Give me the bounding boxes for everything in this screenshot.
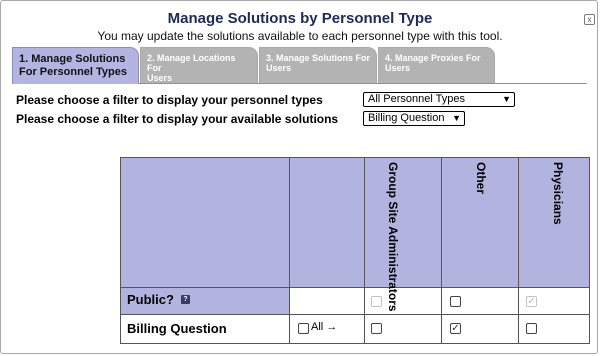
all-label: All → xyxy=(311,321,337,333)
column-header-other: Other xyxy=(474,162,488,195)
page-subtitle: You may update the solutions available t… xyxy=(97,29,503,43)
grid-line xyxy=(121,314,589,315)
chevron-down-icon: ▼ xyxy=(452,113,461,123)
tab-label-line1: 1. Manage Solutions xyxy=(19,53,126,65)
solutions-grid: Group Site Administrators Other Physicia… xyxy=(120,157,590,344)
tab-manage-solutions-users[interactable]: 3. Manage Solutions For Users xyxy=(259,47,377,83)
grid-line xyxy=(289,158,290,343)
personnel-filter-label: Please choose a filter to display your p… xyxy=(16,93,323,107)
grid-line xyxy=(364,158,365,343)
chevron-down-icon: ▼ xyxy=(502,94,511,104)
public-checkbox-other[interactable] xyxy=(450,296,461,307)
expand-icon[interactable]: x xyxy=(584,14,595,25)
arrow-right-icon: → xyxy=(326,321,338,333)
tab-manage-solutions-personnel-types[interactable]: 1. Manage Solutions For Personnel Types xyxy=(12,47,139,84)
public-row-bg xyxy=(289,287,589,314)
tab-label-line2: Users xyxy=(385,63,411,73)
tab-manage-proxies-users[interactable]: 4. Manage Proxies For Users xyxy=(378,47,495,83)
tab-label-line1: 4. Manage Proxies For xyxy=(385,53,481,63)
tab-bar: 1. Manage Solutions For Personnel Types … xyxy=(12,47,598,84)
tab-label-line2: Users xyxy=(266,63,292,73)
column-header-group-site-administrators: Group Site Administrators xyxy=(386,162,400,312)
personnel-type-value: All Personnel Types xyxy=(368,93,466,105)
tab-manage-locations-users[interactable]: 2. Manage Locations For Users xyxy=(140,47,258,83)
public-label-text: Public? xyxy=(127,292,174,307)
tab-label-line1: 2. Manage Locations For xyxy=(147,53,236,73)
solutions-value: Billing Question xyxy=(368,112,445,124)
page-title: Manage Solutions by Personnel Type xyxy=(167,10,433,27)
help-icon[interactable]: ? xyxy=(181,295,190,304)
grid-line xyxy=(518,158,519,343)
column-header-physicians: Physicians xyxy=(551,162,565,225)
billing-checkbox-physicians[interactable] xyxy=(526,323,537,334)
public-checkbox-group-site-administrators xyxy=(371,296,382,307)
all-checkbox[interactable] xyxy=(298,323,309,334)
billing-checkbox-group-site-administrators[interactable] xyxy=(371,323,382,334)
tab-label-line2: For Personnel Types xyxy=(19,66,127,78)
solutions-filter-label: Please choose a filter to display your a… xyxy=(16,112,339,126)
public-row-label: Public? xyxy=(127,292,174,307)
billing-row-label: Billing Question xyxy=(127,321,227,336)
solutions-select[interactable]: Billing Question ▼ xyxy=(363,111,465,126)
grid-line xyxy=(441,158,442,343)
public-checkbox-physicians: ✓ xyxy=(526,296,537,307)
tab-label-line1: 3. Manage Solutions For xyxy=(266,53,371,63)
billing-checkbox-other[interactable]: ✓ xyxy=(450,323,461,334)
tab-label-line2: Users xyxy=(147,73,173,83)
grid-line xyxy=(121,287,589,288)
all-label-text: All xyxy=(311,321,324,333)
personnel-type-select[interactable]: All Personnel Types ▼ xyxy=(363,92,515,107)
